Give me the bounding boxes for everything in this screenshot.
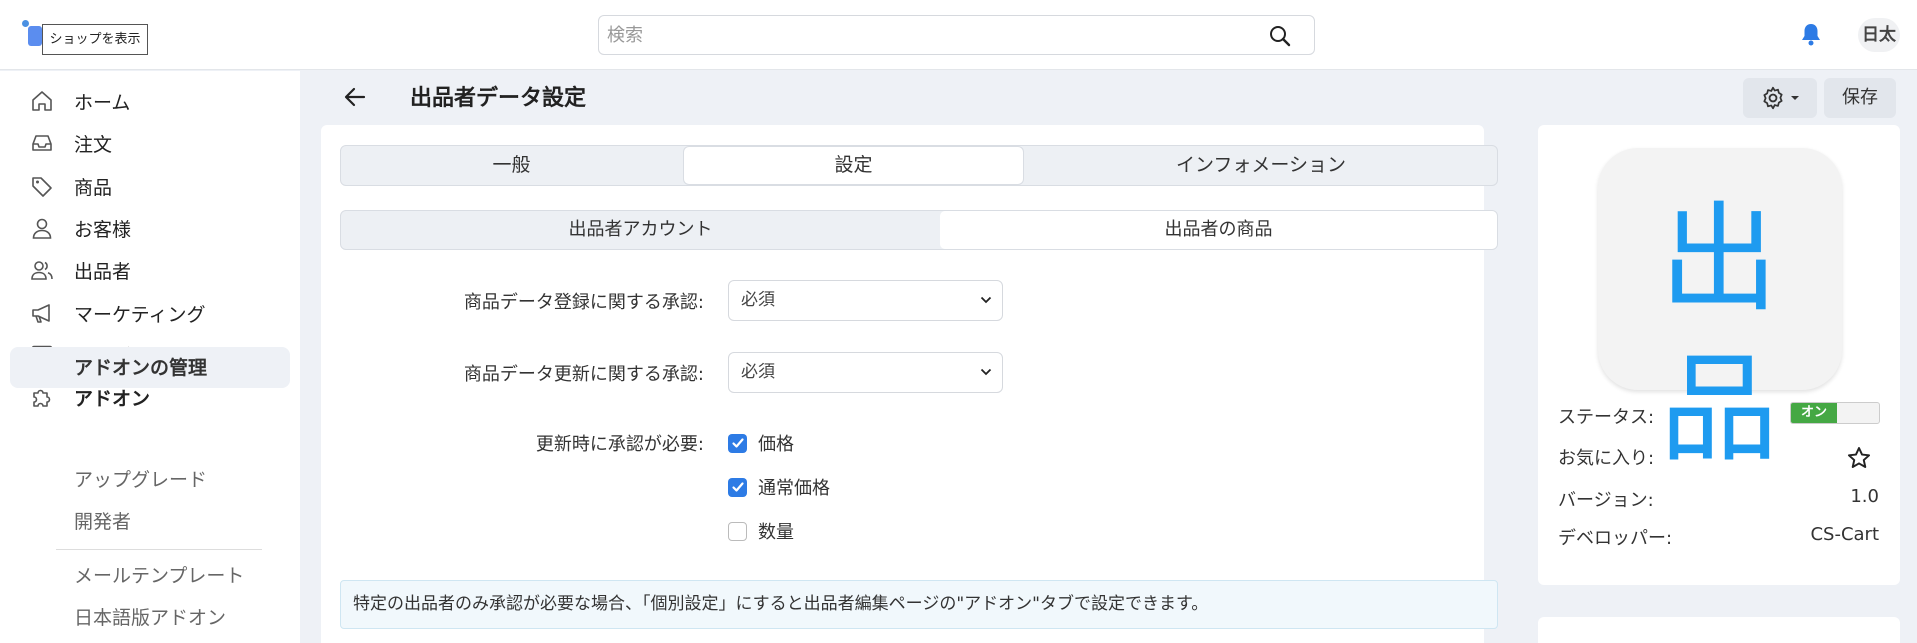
status-toggle[interactable]: オン [1790,402,1880,424]
info-notice: 特定の出品者のみ承認が必要な場合、「個別設定」にすると出品者編集ページの"アドオ… [340,580,1498,629]
chevron-down-icon [980,368,992,376]
search-box [598,15,1315,55]
addon-icon-text: 出品 [1659,190,1780,478]
sidebar-subitem-manage-addons[interactable]: アドオンの管理 [10,347,290,388]
approve-update-label: 商品データ更新に関する承認: [463,364,704,385]
subtab-vendor-account[interactable]: 出品者アカウント [341,211,940,249]
sidebar-subitem-japanese-addons[interactable]: 日本語版アドオン [74,602,226,634]
save-button[interactable]: 保存 [1824,78,1896,118]
checkbox-checked[interactable] [728,433,747,453]
top-bar: ショップを表示 日太 [0,0,1917,70]
subtab-bar: 出品者アカウント 出品者の商品 [340,210,1498,250]
sidebar-subitem-upgrade[interactable]: アップグレード [74,464,207,496]
sidebar-item-customers[interactable]: お客様 [28,212,131,244]
tab-bar: 一般 設定 インフォメーション [340,145,1498,186]
checkbox-label: 通常価格 [758,478,830,499]
approve-update-value: 必須 [741,362,775,382]
approve-create-select[interactable]: 必須 [728,280,1003,321]
checkbox-label: 価格 [758,434,794,455]
sidebar-divider [56,549,262,550]
sidebar-subitem-email-templates[interactable]: メールテンプレート [74,560,244,592]
approve-update-select[interactable]: 必須 [728,352,1003,393]
price-checkbox[interactable]: 価格 [728,430,794,456]
sidebar-item-vendors[interactable]: 出品者 [28,254,131,286]
sidebar-item-label: ホーム [74,91,131,114]
checkbox-unchecked[interactable] [728,521,747,541]
list-price-checkbox[interactable]: 通常価格 [728,474,830,500]
subtab-vendor-products[interactable]: 出品者の商品 [940,211,1497,249]
home-icon [28,87,56,115]
back-arrow-icon[interactable] [342,84,368,110]
developer-label: デベロッパー: [1558,528,1673,549]
quantity-checkbox[interactable]: 数量 [728,518,794,544]
sidebar-item-marketing[interactable]: マーケティング [28,297,205,329]
tab-general[interactable]: 一般 [341,146,682,185]
favorite-label: お気に入り: [1558,448,1655,469]
need-approval-label: 更新時に承認が必要: [535,434,704,455]
status-toggle-on: オン [1791,403,1837,423]
version-value: 1.0 [1850,486,1879,507]
sidebar-item-products[interactable]: 商品 [28,170,112,202]
view-shop-tooltip: ショップを表示 [42,24,148,55]
search-input[interactable] [599,16,1239,54]
gear-icon [1762,86,1783,110]
tab-settings[interactable]: 設定 [684,147,1023,184]
tag-icon [28,172,56,200]
caret-down-icon [1790,96,1799,100]
sidebar-item-orders[interactable]: 注文 [28,127,112,159]
chevron-down-icon [980,296,992,304]
version-label: バージョン: [1558,490,1654,511]
developer-value: CS-Cart [1810,524,1879,545]
addon-icon: 出品 [1598,148,1842,478]
bell-icon[interactable] [1800,22,1822,46]
page-title: 出品者データ設定 [410,86,587,111]
settings-dropdown-button[interactable] [1743,78,1817,118]
inbox-icon [28,129,56,157]
language-selector[interactable]: 日太 [1858,18,1900,52]
status-label: ステータス: [1558,407,1655,428]
sidebar-item-label: 商品 [74,176,113,199]
approve-create-value: 必須 [741,290,775,310]
sidebar-item-label: 注文 [74,133,113,156]
search-icon[interactable] [1268,24,1292,48]
megaphone-icon [28,299,56,327]
secondary-card [1538,617,1900,643]
users-icon [28,256,56,284]
tab-information[interactable]: インフォメーション [1025,146,1497,185]
checkbox-checked[interactable] [728,477,747,497]
sidebar-item-label: マーケティング [74,303,206,326]
user-icon [28,214,56,242]
sidebar-item-label: お客様 [74,218,132,241]
star-icon[interactable] [1846,445,1872,471]
sidebar-item-label: 出品者 [74,260,132,283]
sidebar-subitem-label: アドオンの管理 [74,357,208,379]
approve-create-label: 商品データ登録に関する承認: [463,292,704,313]
sidebar-subitem-developer[interactable]: 開発者 [74,506,131,538]
checkbox-label: 数量 [758,522,794,543]
logo-mark [28,26,42,46]
sidebar-item-home[interactable]: ホーム [28,85,130,117]
